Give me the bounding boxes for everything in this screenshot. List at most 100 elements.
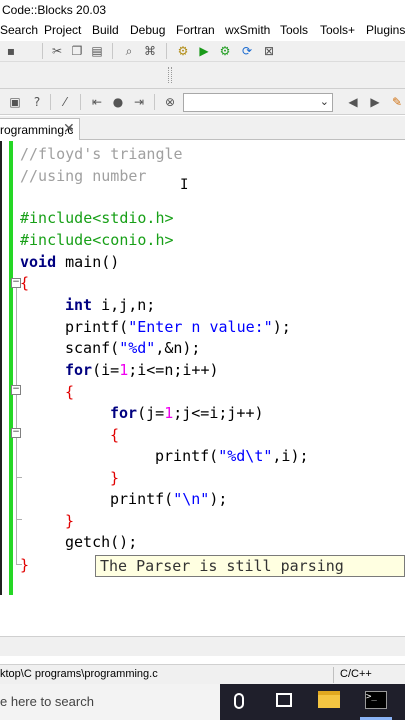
code-declaration: int i,j,n;	[65, 296, 155, 314]
tooltip-text: The Parser is still parsing	[100, 557, 344, 575]
window-title: Code::Blocks 20.03	[2, 3, 107, 17]
code-keyword: void	[20, 253, 57, 271]
fold-toggle-for-inner[interactable]: −	[11, 428, 21, 438]
toolbar-separator	[42, 43, 43, 59]
code-include-line: #include<stdio.h>	[20, 209, 174, 227]
code-printf-line: printf("Enter n value:");	[65, 318, 291, 336]
code-string: "%d"	[119, 339, 156, 357]
menu-fortran[interactable]: Fortran	[176, 23, 215, 37]
file-explorer-icon[interactable]	[318, 691, 340, 708]
code-text: i,j,n;	[92, 296, 156, 314]
code-keyword: for	[65, 361, 93, 379]
code-main-signature: void main()	[20, 253, 119, 271]
paste-icon[interactable]: ▤	[90, 44, 104, 58]
code-printf-line: printf("\n");	[110, 490, 227, 508]
code-string: "Enter n value:"	[128, 318, 273, 336]
main-toolbar: ▪ ✂ ❐ ▤ ⌕ ⌘ ⚙ ▶ ⚙ ⟳ ⊠	[0, 41, 405, 62]
code-text: ;j<=i;j++)	[173, 404, 264, 422]
code-string: "%d\t"	[218, 447, 273, 465]
arrow-left-icon[interactable]: ◀	[346, 95, 360, 109]
close-icon[interactable]: ✕	[63, 121, 75, 137]
help-icon[interactable]: ?	[30, 95, 44, 109]
toolbar-separator	[154, 94, 155, 110]
code-brace: {	[65, 383, 75, 401]
code-comment-line: //using number	[20, 167, 147, 185]
code-text: );	[209, 490, 228, 508]
code-text: (j=	[137, 404, 165, 422]
copy-icon[interactable]: ❐	[70, 44, 84, 58]
toolbar-left-icon[interactable]: ▪	[4, 44, 18, 58]
secondary-toolbar: ▼	[0, 62, 405, 142]
menu-plugins[interactable]: Plugins	[366, 23, 405, 37]
menu-tools-plus[interactable]: Tools+	[320, 23, 355, 37]
replace-icon[interactable]: ⌘	[143, 44, 157, 58]
toolbar-grip[interactable]	[168, 67, 172, 83]
code-comment-line: //floyd's triangle	[20, 145, 183, 163]
code-brace: }	[20, 556, 30, 574]
toolbar-separator	[112, 43, 113, 59]
taskbar-search-box[interactable]: e here to search	[0, 684, 220, 720]
code-text: ,i);	[272, 447, 309, 465]
code-keyword: for	[110, 404, 138, 422]
clear-icon[interactable]: ⊗	[163, 95, 177, 109]
code-string: "\n"	[173, 490, 210, 508]
editor-margin-edge	[0, 141, 2, 595]
code-getch-line: getch();	[65, 533, 138, 551]
run-icon[interactable]: ▶	[197, 44, 211, 58]
code-text: printf(	[65, 318, 129, 336]
bookmark-icon[interactable]: ●	[111, 95, 125, 109]
cut-icon[interactable]: ✂	[50, 44, 64, 58]
code-for-outer: for(i=1;i<=n;i++)	[65, 361, 219, 379]
horizontal-scrollbar[interactable]	[0, 636, 405, 656]
code-text: );	[272, 318, 291, 336]
menu-project[interactable]: Project	[44, 23, 81, 37]
code-printf-line: printf("%d\t",i);	[155, 447, 309, 465]
fold-toggle-for-outer[interactable]: −	[11, 385, 21, 395]
code-number: 1	[164, 404, 174, 422]
toolbar-separator	[80, 94, 81, 110]
code-brace: }	[110, 469, 120, 487]
highlight-icon[interactable]: ✎	[390, 95, 404, 109]
menu-build[interactable]: Build	[92, 23, 119, 37]
code-number: 1	[119, 361, 129, 379]
status-divider	[333, 667, 334, 683]
code-text: scanf(	[65, 339, 120, 357]
code-for-inner: for(j=1;j<=i;j++)	[110, 404, 264, 422]
code-text: ;i<=n;i++)	[128, 361, 219, 379]
menu-search[interactable]: Search	[0, 23, 38, 37]
menu-wxsmith[interactable]: wxSmith	[225, 23, 270, 37]
change-bar	[9, 141, 13, 595]
menu-bar: Search Project Build Debug Fortran wxSmi…	[0, 20, 405, 41]
window-titlebar: Code::Blocks 20.03	[0, 0, 405, 20]
tab-programming-c[interactable]: rogramming.c ✕	[0, 118, 80, 140]
menu-debug[interactable]: Debug	[130, 23, 165, 37]
chevron-down-icon[interactable]: ⌄	[320, 95, 329, 108]
build-run-icon[interactable]: ⚙	[218, 44, 232, 58]
toggle-comment-icon[interactable]: ▣	[8, 95, 22, 109]
code-completion-combo[interactable]: ⌄	[183, 93, 333, 112]
arrow-right-icon[interactable]: ▶	[368, 95, 382, 109]
microphone-icon[interactable]	[234, 693, 244, 709]
find-icon[interactable]: ⌕	[122, 44, 136, 58]
abort-icon[interactable]: ⊠	[262, 44, 276, 58]
fold-end	[16, 477, 22, 478]
code-brace: {	[20, 274, 30, 292]
settings-icon[interactable]: ⚙	[176, 44, 190, 58]
code-brace: }	[65, 512, 75, 530]
magic-wand-icon[interactable]: ⁄	[58, 95, 72, 109]
rebuild-icon[interactable]: ⟳	[240, 44, 254, 58]
status-file-path: ktop\C programs\programming.c	[0, 668, 158, 680]
jump-back-icon[interactable]: ⇤	[90, 95, 104, 109]
code-text: ,&n);	[155, 339, 201, 357]
jump-forward-icon[interactable]: ⇥	[132, 95, 146, 109]
menu-tools[interactable]: Tools	[280, 23, 308, 37]
terminal-icon[interactable]: >_	[365, 691, 387, 709]
code-include-line: #include<conio.h>	[20, 231, 174, 249]
toolbar-separator	[50, 94, 51, 110]
code-scanf-line: scanf("%d",&n);	[65, 339, 200, 357]
ibeam-cursor-icon: I	[180, 177, 189, 193]
fold-line	[16, 288, 17, 564]
code-text: main()	[56, 253, 120, 271]
toolbar-separator	[166, 43, 167, 59]
task-view-icon[interactable]	[276, 693, 292, 707]
